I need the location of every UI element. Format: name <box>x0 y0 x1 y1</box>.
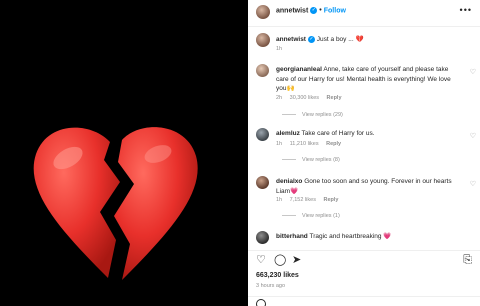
comment-text: denialxo Gone too soon and so young. For… <box>276 177 462 196</box>
emoji-icon[interactable] <box>256 299 266 306</box>
verified-badge-icon: ✓ <box>310 7 318 14</box>
caption-body: Just a boy ... <box>316 36 354 43</box>
caption-time: 1h <box>276 46 283 52</box>
post-image[interactable] <box>0 0 248 306</box>
view-replies-label[interactable]: View replies (8) <box>302 157 340 163</box>
divider <box>282 215 296 217</box>
like-comment-icon[interactable]: ♡ <box>470 132 476 140</box>
broken-heart-icon <box>33 127 198 280</box>
comment-time: 1h <box>276 197 283 203</box>
follow-button[interactable]: Follow <box>324 7 346 14</box>
avatar[interactable] <box>256 231 269 244</box>
comment-body: Tragic and heartbreaking 💗 <box>309 233 392 240</box>
more-horizontal-icon[interactable]: ••• <box>460 5 472 15</box>
avatar[interactable] <box>256 64 269 77</box>
view-replies-label[interactable]: View replies (29) <box>302 112 343 118</box>
separator: • <box>319 7 322 15</box>
avatar[interactable] <box>256 128 269 141</box>
post-time: 3 hours ago <box>256 283 286 289</box>
comment-time: 1h <box>276 141 283 147</box>
author-username[interactable]: annetwist <box>276 7 308 14</box>
avatar[interactable] <box>256 176 269 189</box>
reply-button[interactable]: Reply <box>323 197 338 203</box>
comment-likes[interactable]: 30,300 likes <box>290 95 319 101</box>
comment-username[interactable]: alemluz <box>276 130 300 137</box>
comment-likes[interactable]: 11,210 likes <box>290 141 319 147</box>
caption-text: annetwist ✓ Just a boy ... 💔 <box>276 35 364 43</box>
view-replies-button[interactable]: View replies (29) <box>282 112 343 118</box>
avatar[interactable] <box>256 5 270 19</box>
comment-meta: 1h 7,152 likes Reply <box>276 197 344 203</box>
post-sidebar: annetwist ✓ • Follow ••• annetwist ✓ Just a … <box>248 0 480 306</box>
comment-username[interactable]: georgiananleal <box>276 66 322 73</box>
reply-button[interactable]: Reply <box>327 95 342 101</box>
caption-emoji: 💔 <box>355 36 364 43</box>
comment-likes[interactable]: 7,152 likes <box>290 197 316 203</box>
comment-text: alemluz Take care of Harry for us. <box>276 129 462 139</box>
avatar[interactable] <box>256 33 270 47</box>
divider <box>282 114 296 116</box>
comment-body: Take care of Harry for us. <box>301 130 375 137</box>
view-replies-label[interactable]: View replies (1) <box>302 213 340 219</box>
view-replies-button[interactable]: View replies (1) <box>282 213 340 219</box>
comment-text: georgiananleal Anne, take care of yourse… <box>276 65 462 94</box>
verified-badge-icon: ✓ <box>307 35 315 43</box>
save-icon[interactable]: ⎘ <box>463 255 472 266</box>
post-header: annetwist ✓ • Follow ••• <box>248 0 480 27</box>
comment-username[interactable]: bitterhand <box>276 233 308 240</box>
comment-username[interactable]: denialxo <box>276 178 302 185</box>
caption-username[interactable]: annetwist <box>276 36 306 43</box>
like-comment-icon[interactable]: ♡ <box>470 68 476 76</box>
divider <box>282 159 296 161</box>
add-comment-bar <box>248 296 480 306</box>
comment-meta: 2h 30,300 likes Reply <box>276 95 348 101</box>
comment-text: bitterhand Tragic and heartbreaking 💗 <box>276 232 462 242</box>
view-replies-button[interactable]: View replies (8) <box>282 157 340 163</box>
comment-time: 2h <box>276 95 283 101</box>
post-actions: ♡ ◯ ➤ ⎘ <box>248 250 480 269</box>
post-author: annetwist ✓ • Follow <box>276 7 346 14</box>
share-icon[interactable]: ➤ <box>292 255 301 266</box>
heart-icon[interactable]: ♡ <box>256 255 266 266</box>
like-count[interactable]: 663,230 likes <box>256 272 299 279</box>
reply-button[interactable]: Reply <box>326 141 341 147</box>
comment-icon[interactable]: ◯ <box>274 255 286 266</box>
comment-meta: 1h 11,210 likes Reply <box>276 141 347 147</box>
like-comment-icon[interactable]: ♡ <box>470 180 476 188</box>
comment-body: Gone too soon and so young. Forever in o… <box>276 178 452 195</box>
